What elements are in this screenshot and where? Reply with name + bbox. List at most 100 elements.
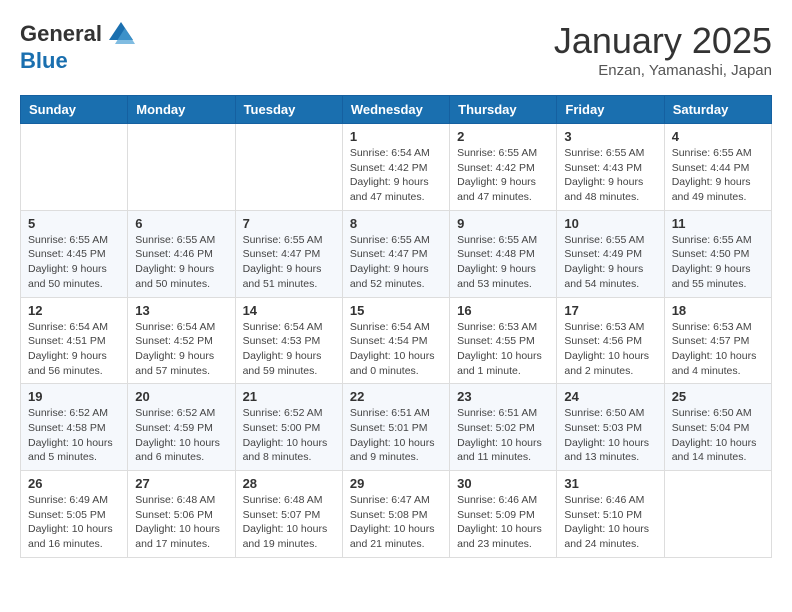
day-info: Sunrise: 6:55 AM Sunset: 4:43 PM Dayligh…: [564, 146, 656, 205]
logo-icon: [107, 20, 135, 48]
calendar-cell: 1 Sunrise: 6:54 AM Sunset: 4:42 PM Daylig…: [342, 124, 449, 211]
day-number: 15: [350, 303, 442, 318]
day-number: 25: [672, 389, 764, 404]
calendar-cell: 14 Sunrise: 6:54 AM Sunset: 4:53 PM Dayli…: [235, 297, 342, 384]
calendar-cell: 4 Sunrise: 6:55 AM Sunset: 4:44 PM Daylig…: [664, 124, 771, 211]
day-info: Sunrise: 6:54 AM Sunset: 4:42 PM Dayligh…: [350, 146, 442, 205]
day-info: Sunrise: 6:55 AM Sunset: 4:42 PM Dayligh…: [457, 146, 549, 205]
calendar-cell: 23Sunrise: 6:51 AM Sunset: 5:02 PM Dayli…: [450, 384, 557, 471]
day-number: 23: [457, 389, 549, 404]
day-number: 28: [243, 476, 335, 491]
day-info: Sunrise: 6:55 AM Sunset: 4:50 PM Dayligh…: [672, 233, 764, 292]
week-row-4: 19 Sunrise: 6:52 AM Sunset: 4:58 PM Dayli…: [21, 384, 772, 471]
calendar-cell: 30 Sunrise: 6:46 AM Sunset: 5:09 PM Dayli…: [450, 471, 557, 558]
calendar-table: SundayMondayTuesdayWednesdayThursdayFrid…: [20, 95, 772, 558]
column-header-tuesday: Tuesday: [235, 96, 342, 124]
day-info: Sunrise: 6:55 AM Sunset: 4:47 PM Dayligh…: [243, 233, 335, 292]
day-info: Sunrise: 6:54 AM Sunset: 4:52 PM Dayligh…: [135, 320, 227, 379]
day-number: 29: [350, 476, 442, 491]
calendar-cell: 28 Sunrise: 6:48 AM Sunset: 5:07 PM Dayli…: [235, 471, 342, 558]
calendar-cell: 31Sunrise: 6:46 AM Sunset: 5:10 PM Dayli…: [557, 471, 664, 558]
calendar-cell: 2 Sunrise: 6:55 AM Sunset: 4:42 PM Daylig…: [450, 124, 557, 211]
day-number: 14: [243, 303, 335, 318]
day-info: Sunrise: 6:55 AM Sunset: 4:49 PM Dayligh…: [564, 233, 656, 292]
day-info: Sunrise: 6:48 AM Sunset: 5:06 PM Dayligh…: [135, 493, 227, 552]
day-info: Sunrise: 6:52 AM Sunset: 4:58 PM Dayligh…: [28, 406, 120, 465]
calendar-cell: 13 Sunrise: 6:54 AM Sunset: 4:52 PM Dayli…: [128, 297, 235, 384]
week-row-2: 5Sunrise: 6:55 AM Sunset: 4:45 PM Daylig…: [21, 210, 772, 297]
column-header-monday: Monday: [128, 96, 235, 124]
calendar-header-row: SundayMondayTuesdayWednesdayThursdayFrid…: [21, 96, 772, 124]
calendar-cell: 18 Sunrise: 6:53 AM Sunset: 4:57 PM Dayli…: [664, 297, 771, 384]
day-number: 12: [28, 303, 120, 318]
calendar-cell: 22 Sunrise: 6:51 AM Sunset: 5:01 PM Dayli…: [342, 384, 449, 471]
day-info: Sunrise: 6:51 AM Sunset: 5:01 PM Dayligh…: [350, 406, 442, 465]
day-info: Sunrise: 6:47 AM Sunset: 5:08 PM Dayligh…: [350, 493, 442, 552]
calendar-cell: 20Sunrise: 6:52 AM Sunset: 4:59 PM Dayli…: [128, 384, 235, 471]
day-info: Sunrise: 6:55 AM Sunset: 4:44 PM Dayligh…: [672, 146, 764, 205]
calendar-cell: 11Sunrise: 6:55 AM Sunset: 4:50 PM Dayli…: [664, 210, 771, 297]
day-number: 31: [564, 476, 656, 491]
calendar-cell: 6Sunrise: 6:55 AM Sunset: 4:46 PM Daylig…: [128, 210, 235, 297]
day-number: 24: [564, 389, 656, 404]
calendar-cell: 7 Sunrise: 6:55 AM Sunset: 4:47 PM Daylig…: [235, 210, 342, 297]
column-header-sunday: Sunday: [21, 96, 128, 124]
calendar-cell: 21Sunrise: 6:52 AM Sunset: 5:00 PM Dayli…: [235, 384, 342, 471]
calendar-cell: 25 Sunrise: 6:50 AM Sunset: 5:04 PM Dayli…: [664, 384, 771, 471]
day-number: 7: [243, 216, 335, 231]
calendar-cell: 24 Sunrise: 6:50 AM Sunset: 5:03 PM Dayli…: [557, 384, 664, 471]
week-row-3: 12Sunrise: 6:54 AM Sunset: 4:51 PM Dayli…: [21, 297, 772, 384]
calendar-cell: 5Sunrise: 6:55 AM Sunset: 4:45 PM Daylig…: [21, 210, 128, 297]
calendar-cell: 29 Sunrise: 6:47 AM Sunset: 5:08 PM Dayli…: [342, 471, 449, 558]
day-info: Sunrise: 6:54 AM Sunset: 4:53 PM Dayligh…: [243, 320, 335, 379]
day-number: 4: [672, 129, 764, 144]
page-header: General Blue January 2025 Enzan, Yamanas…: [20, 20, 772, 79]
logo-general-text: General: [20, 21, 102, 47]
day-info: Sunrise: 6:53 AM Sunset: 4:55 PM Dayligh…: [457, 320, 549, 379]
day-number: 9: [457, 216, 549, 231]
column-header-thursday: Thursday: [450, 96, 557, 124]
calendar-cell: [664, 471, 771, 558]
calendar-cell: 26Sunrise: 6:49 AM Sunset: 5:05 PM Dayli…: [21, 471, 128, 558]
day-number: 3: [564, 129, 656, 144]
day-number: 17: [564, 303, 656, 318]
day-number: 30: [457, 476, 549, 491]
week-row-1: 1 Sunrise: 6:54 AM Sunset: 4:42 PM Daylig…: [21, 124, 772, 211]
day-info: Sunrise: 6:53 AM Sunset: 4:57 PM Dayligh…: [672, 320, 764, 379]
column-header-friday: Friday: [557, 96, 664, 124]
day-number: 13: [135, 303, 227, 318]
day-info: Sunrise: 6:49 AM Sunset: 5:05 PM Dayligh…: [28, 493, 120, 552]
calendar-cell: 19 Sunrise: 6:52 AM Sunset: 4:58 PM Dayli…: [21, 384, 128, 471]
month-title: January 2025: [554, 20, 772, 62]
calendar-cell: 9 Sunrise: 6:55 AM Sunset: 4:48 PM Daylig…: [450, 210, 557, 297]
day-number: 1: [350, 129, 442, 144]
day-info: Sunrise: 6:48 AM Sunset: 5:07 PM Dayligh…: [243, 493, 335, 552]
logo-blue-text: Blue: [20, 48, 68, 74]
day-number: 2: [457, 129, 549, 144]
calendar-cell: 10 Sunrise: 6:55 AM Sunset: 4:49 PM Dayli…: [557, 210, 664, 297]
column-header-wednesday: Wednesday: [342, 96, 449, 124]
day-number: 22: [350, 389, 442, 404]
calendar-cell: 17 Sunrise: 6:53 AM Sunset: 4:56 PM Dayli…: [557, 297, 664, 384]
day-info: Sunrise: 6:52 AM Sunset: 4:59 PM Dayligh…: [135, 406, 227, 465]
day-info: Sunrise: 6:46 AM Sunset: 5:09 PM Dayligh…: [457, 493, 549, 552]
calendar-cell: 16 Sunrise: 6:53 AM Sunset: 4:55 PM Dayli…: [450, 297, 557, 384]
calendar-cell: [21, 124, 128, 211]
day-info: Sunrise: 6:50 AM Sunset: 5:04 PM Dayligh…: [672, 406, 764, 465]
calendar-cell: 3 Sunrise: 6:55 AM Sunset: 4:43 PM Daylig…: [557, 124, 664, 211]
week-row-5: 26Sunrise: 6:49 AM Sunset: 5:05 PM Dayli…: [21, 471, 772, 558]
day-number: 18: [672, 303, 764, 318]
day-info: Sunrise: 6:55 AM Sunset: 4:47 PM Dayligh…: [350, 233, 442, 292]
day-number: 10: [564, 216, 656, 231]
calendar-cell: 27 Sunrise: 6:48 AM Sunset: 5:06 PM Dayli…: [128, 471, 235, 558]
day-info: Sunrise: 6:55 AM Sunset: 4:48 PM Dayligh…: [457, 233, 549, 292]
logo: General Blue: [20, 20, 135, 74]
day-number: 27: [135, 476, 227, 491]
day-number: 19: [28, 389, 120, 404]
calendar-cell: 15Sunrise: 6:54 AM Sunset: 4:54 PM Dayli…: [342, 297, 449, 384]
day-info: Sunrise: 6:55 AM Sunset: 4:46 PM Dayligh…: [135, 233, 227, 292]
day-info: Sunrise: 6:53 AM Sunset: 4:56 PM Dayligh…: [564, 320, 656, 379]
day-number: 16: [457, 303, 549, 318]
calendar-cell: 12Sunrise: 6:54 AM Sunset: 4:51 PM Dayli…: [21, 297, 128, 384]
day-info: Sunrise: 6:50 AM Sunset: 5:03 PM Dayligh…: [564, 406, 656, 465]
